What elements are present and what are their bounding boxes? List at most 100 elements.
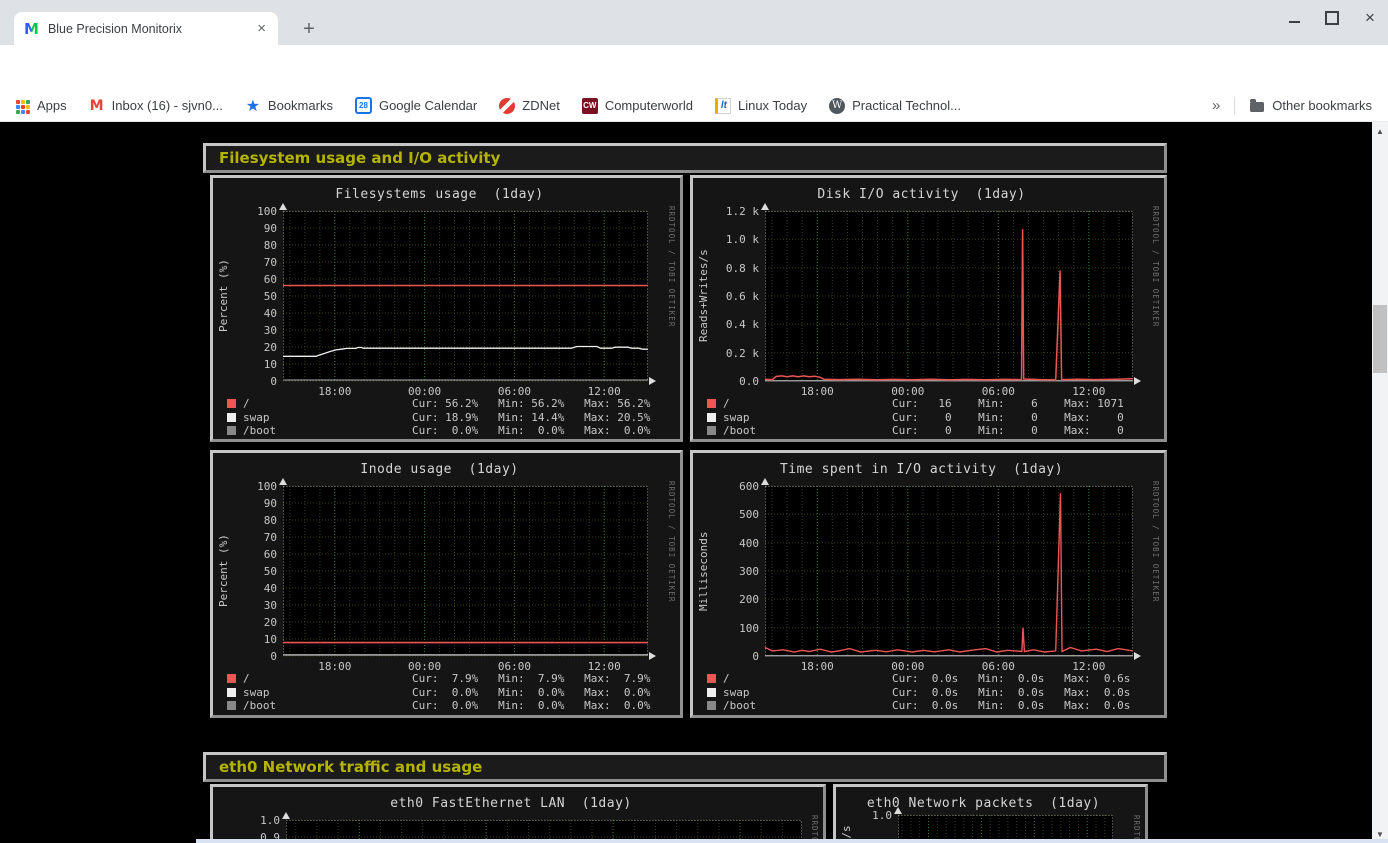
legend-color-swatch: [707, 701, 716, 710]
chart-legend: /Cur: 16 Min: 6 Max: 1071swap Cur: 0 Min:…: [707, 397, 1156, 438]
scroll-up-icon[interactable]: ▲: [1372, 124, 1388, 138]
window-close-button[interactable]: ×: [1362, 10, 1378, 26]
y-axis-ticks: 6005004003002001000: [701, 486, 759, 656]
legend-row: /boot Cur: 0 Min: 0 Max: 0: [707, 424, 1156, 438]
legend-row: /boot Cur: 0.0% Min: 0.0% Max: 0.0%: [227, 424, 672, 438]
x-axis-arrow-icon: [649, 377, 656, 385]
legend-color-swatch: [227, 399, 236, 408]
bookmark-label: Linux Today: [738, 98, 807, 113]
legend-stats: Cur: 7.9% Min: 7.9% Max: 7.9%: [412, 672, 650, 685]
y-axis-arrow-icon: [279, 203, 287, 210]
chart-plot: 100908070605040302010018:0000:0006:0012:…: [283, 211, 648, 381]
gmail-icon: M: [89, 98, 105, 114]
browser-tab[interactable]: M Blue Precision Monitorix ×: [14, 12, 278, 45]
legend-stats: Cur: 0.0s Min: 0.0s Max: 0.0s: [892, 686, 1130, 699]
bookmarks-overflow-chevron[interactable]: »: [1212, 97, 1220, 114]
bookmark-google-calendar[interactable]: 28Google Calendar: [355, 97, 477, 114]
legend-label: /: [723, 397, 730, 410]
legend-stats: Cur: 18.9% Min: 14.4% Max: 20.5%: [412, 411, 650, 424]
rrdtool-watermark: RRDTOOL / TOBI OETIKER: [667, 206, 676, 327]
bookmark-practical-technol[interactable]: WPractical Technol...: [829, 98, 961, 114]
legend-label: /boot: [243, 424, 276, 437]
legend-color-swatch: [227, 688, 236, 697]
star-icon: ★: [245, 98, 261, 114]
legend-stats: Cur: 0 Min: 0 Max: 0: [892, 424, 1124, 437]
bookmark-label: Bookmarks: [268, 98, 333, 113]
legend-color-swatch: [227, 701, 236, 710]
bookmark-bookmarks[interactable]: ★ Bookmarks: [245, 98, 333, 114]
chart-plot: 1.2 k1.0 k0.8 k0.6 k0.4 k0.2 k0.018:0000…: [765, 211, 1133, 381]
legend-stats: Cur: 0.0% Min: 0.0% Max: 0.0%: [412, 686, 650, 699]
chart-plot: 600500400300200100018:0000:0006:0012:00: [765, 486, 1133, 656]
y-axis-arrow-icon: [761, 203, 769, 210]
legend-label: /: [243, 397, 250, 410]
cw-icon: CW: [582, 98, 598, 114]
legend-row: /Cur: 16 Min: 6 Max: 1071: [707, 397, 1156, 411]
window-bottom-edge: [196, 839, 1388, 843]
scrollbar-thumb[interactable]: [1373, 305, 1387, 373]
section-title: eth0 Network traffic and usage: [219, 758, 482, 776]
bookmark-apps[interactable]: Apps: [14, 98, 67, 114]
legend-stats: Cur: 0.0% Min: 0.0% Max: 0.0%: [412, 424, 650, 437]
monitorix-favicon: M: [24, 20, 39, 38]
legend-color-swatch: [707, 426, 716, 435]
legend-label: swap: [243, 686, 270, 699]
chart-title: Inode usage (1day): [213, 462, 666, 477]
bookmarks-divider: [1234, 97, 1235, 115]
legend-color-swatch: [227, 413, 236, 422]
lt-icon: lt: [715, 98, 731, 114]
legend-row: swap Cur: 0.0% Min: 0.0% Max: 0.0%: [227, 686, 672, 700]
tab-close-icon[interactable]: ×: [255, 20, 268, 37]
legend-stats: Cur: 56.2% Min: 56.2% Max: 56.2%: [412, 397, 650, 410]
bookmark-linux-today[interactable]: lt Linux Today: [715, 98, 807, 114]
rrdtool-watermark: RRDTOOL / TOBI OETIKER: [667, 481, 676, 602]
legend-label: /boot: [723, 699, 756, 712]
bookmark-inbox-16-sjvn0[interactable]: M Inbox (16) - sjvn0...: [89, 98, 223, 114]
rrdtool-watermark: RRDTOOL / TOBI OETIKER: [1151, 206, 1160, 327]
browser-toolbar: ← → ↻ ⌂ ⓘ localhost :8080/monitorix-cgi/…: [0, 45, 1388, 90]
legend-stats: Cur: 0 Min: 0 Max: 0: [892, 411, 1124, 424]
chart-plot: 100908070605040302010018:0000:0006:0012:…: [283, 486, 648, 656]
bookmark-zdnet[interactable]: ZDNet: [499, 98, 560, 114]
window-minimize-button[interactable]: [1286, 10, 1302, 26]
legend-row: swapCur: 0.0s Min: 0.0s Max: 0.0s: [707, 686, 1156, 700]
chart-legend: / Cur: 0.0s Min: 0.0s Max: 0.6sswapCur: 0…: [707, 672, 1156, 713]
chart-title: Filesystems usage (1day): [213, 187, 666, 202]
legend-color-swatch: [707, 674, 716, 683]
legend-row: /boot Cur: 0.0% Min: 0.0% Max: 0.0%: [227, 699, 672, 713]
tab-title: Blue Precision Monitorix: [48, 22, 255, 36]
legend-stats: Cur: 0.0% Min: 0.0% Max: 0.0%: [412, 699, 650, 712]
legend-row: swap Cur: 0 Min: 0 Max: 0: [707, 411, 1156, 425]
chart-panel-filesystems-usage: Filesystems usage (1day) Percent (%) 100…: [210, 175, 683, 442]
legend-label: /: [723, 672, 730, 685]
legend-label: /: [243, 672, 250, 685]
legend-row: / Cur: 7.9% Min: 7.9% Max: 7.9%: [227, 672, 672, 686]
legend-stats: Cur: 0.0s Min: 0.0s Max: 0.6s: [892, 672, 1130, 685]
y-axis-ticks: 1009080706050403020100: [219, 486, 277, 656]
bookmark-computerworld[interactable]: CW Computerworld: [582, 98, 693, 114]
new-tab-button[interactable]: +: [296, 16, 322, 42]
window-maximize-button[interactable]: [1324, 10, 1340, 26]
x-axis-arrow-icon: [1134, 377, 1141, 385]
folder-icon: [1250, 102, 1264, 112]
chart-legend: / Cur: 7.9% Min: 7.9% Max: 7.9% swap Cur: 0…: [227, 672, 672, 713]
legend-row: / Cur: 56.2% Min: 56.2% Max: 56.2%: [227, 397, 672, 411]
legend-row: /bootCur: 0.0s Min: 0.0s Max: 0.0s: [707, 699, 1156, 713]
maximize-icon: [1325, 11, 1339, 25]
other-bookmarks-button[interactable]: Other bookmarks: [1249, 98, 1372, 114]
rrdtool-watermark: RRDTOOL / TOBI OETIKER: [1151, 481, 1160, 602]
legend-label: /boot: [723, 424, 756, 437]
legend-label: swap: [723, 411, 750, 424]
section-title: Filesystem usage and I/O activity: [219, 149, 500, 167]
bookmark-label: Computerworld: [605, 98, 693, 113]
legend-color-swatch: [707, 413, 716, 422]
page-scrollbar[interactable]: ▲ ▼: [1372, 122, 1388, 843]
bookmark-label: Inbox (16) - sjvn0...: [112, 98, 223, 113]
chart-title: Time spent in I/O activity (1day): [693, 462, 1150, 477]
minimize-icon: [1289, 14, 1300, 23]
y-axis-arrow-icon: [282, 812, 290, 819]
legend-label: /boot: [243, 699, 276, 712]
section-header-filesystem: Filesystem usage and I/O activity: [203, 143, 1167, 173]
y-axis-arrow-icon: [279, 478, 287, 485]
chart-title: eth0 FastEthernet LAN (1day): [213, 796, 809, 811]
